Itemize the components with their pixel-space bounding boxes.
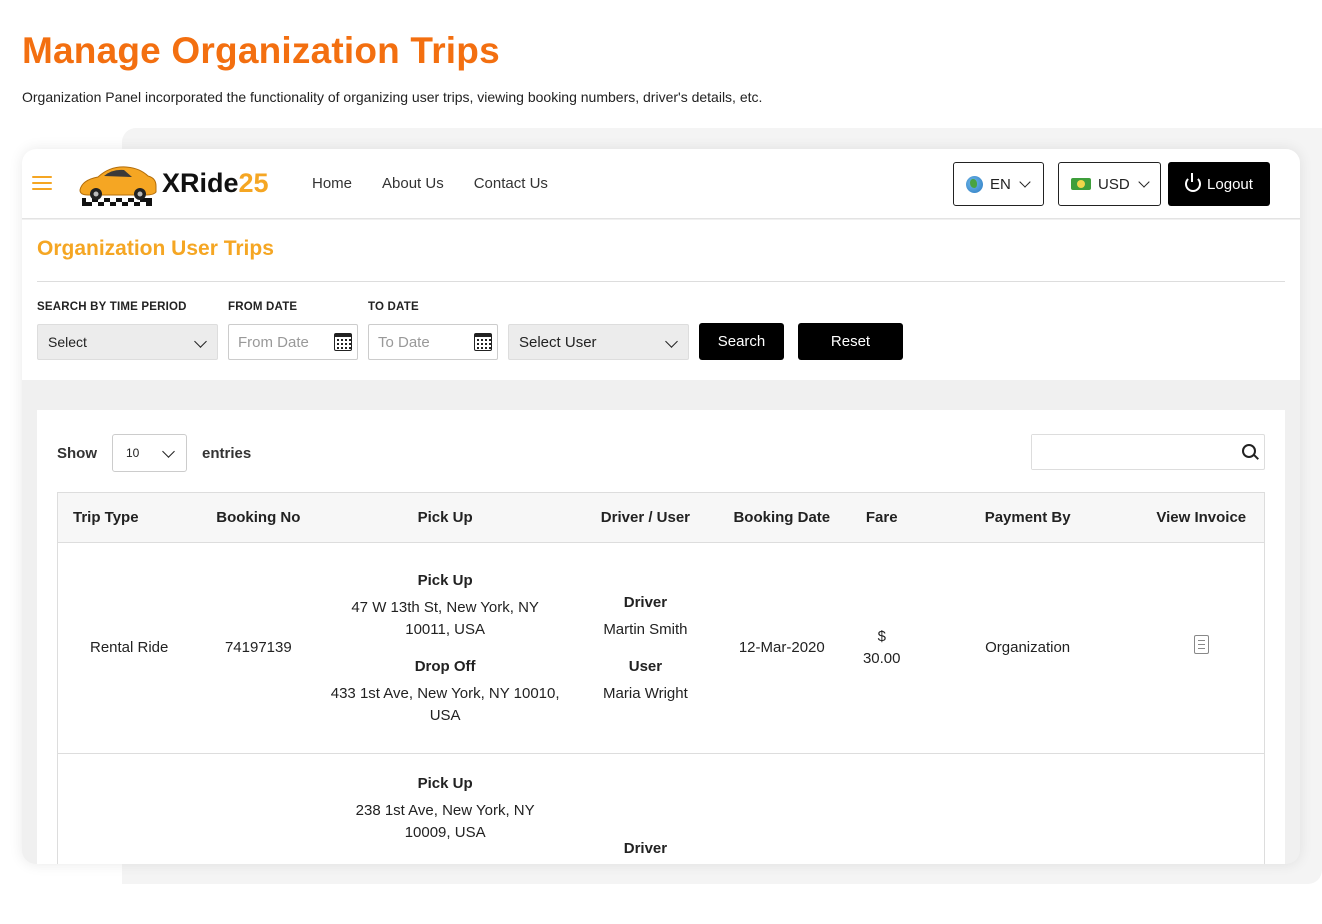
user-label: User (628, 657, 663, 675)
calendar-icon[interactable] (334, 333, 352, 351)
calendar-icon[interactable] (474, 333, 492, 351)
nav-link-home[interactable]: Home (312, 175, 352, 192)
logout-label: Logout (1207, 175, 1253, 193)
driver-label: Driver (623, 593, 668, 611)
table-header-row: Trip Type Booking No Pick Up Driver / Us… (57, 492, 1265, 543)
select-user-value: Select User (519, 333, 597, 351)
globe-icon (966, 175, 983, 193)
chevron-down-icon (1019, 176, 1031, 188)
table-row: Rental Ride 74197139 Pick Up 47 W 13th S… (57, 542, 1265, 754)
table-row: Pick Up 238 1st Ave, New York, NY 10009,… (57, 753, 1265, 864)
entries-value: 10 (126, 446, 140, 460)
trip-type-cell (57, 753, 201, 864)
brand-logo-text[interactable]: XRide25 (162, 168, 269, 199)
view-invoice-cell (1138, 753, 1265, 864)
nav-link-about-us[interactable]: About Us (382, 175, 444, 192)
entries-select[interactable]: 10 (112, 434, 187, 472)
pickup-address-line: 10011, USA (405, 620, 486, 638)
chevron-down-icon (194, 335, 207, 348)
pickup-cell: Pick Up 238 1st Ave, New York, NY 10009,… (316, 753, 574, 864)
car-logo-icon (79, 166, 157, 206)
trips-table-card: Show 10 entries Trip Type Booking No Pic… (37, 410, 1285, 864)
select-user-dropdown[interactable]: Select User (508, 324, 689, 360)
pickup-address-line: 47 W 13th St, New York, NY (351, 598, 539, 616)
section-title: Organization User Trips (37, 237, 274, 260)
column-header[interactable]: Trip Type (57, 492, 201, 543)
booking-date-cell: 12-Mar-2020 (716, 542, 847, 754)
divider (37, 281, 1285, 282)
logout-button[interactable]: Logout (1168, 162, 1270, 206)
driver-user-cell: Driver (573, 753, 717, 864)
from-date-input[interactable] (238, 333, 326, 351)
to-date-input[interactable] (378, 333, 466, 351)
driver-user-cell: Driver Martin Smith User Maria Wright (573, 542, 717, 754)
pickup-address-line: 10009, USA (404, 824, 486, 841)
entries-control: Show 10 entries (57, 434, 251, 472)
column-header[interactable]: Payment By (916, 492, 1139, 543)
invoice-icon[interactable] (1193, 635, 1209, 654)
hamburger-icon[interactable] (32, 175, 52, 191)
column-header[interactable]: Driver / User (573, 492, 717, 543)
time-period-select[interactable]: Select (37, 324, 218, 360)
fare-cell (846, 753, 917, 864)
from-date-label: FROM DATE (228, 301, 298, 313)
driver-name: Martin Smith (603, 620, 688, 638)
dropoff-label: Drop Off (414, 657, 476, 675)
table-search-input[interactable] (1032, 435, 1232, 469)
time-period-label: SEARCH BY TIME PERIOD (37, 301, 187, 313)
column-header[interactable]: View Invoice (1138, 492, 1265, 543)
dropoff-address-line: USA (429, 706, 461, 724)
column-header[interactable]: Fare (846, 492, 917, 543)
column-header[interactable]: Booking No (200, 492, 317, 543)
filter-panel: Organization User Trips SEARCH BY TIME P… (22, 220, 1300, 380)
view-invoice-cell (1138, 542, 1265, 754)
currency-value: USD (1098, 175, 1130, 193)
to-date-field[interactable] (368, 324, 498, 360)
column-header[interactable]: Pick Up (316, 492, 574, 543)
power-icon (1185, 173, 1202, 192)
fare-currency: $ (877, 628, 886, 645)
trips-table: Trip Type Booking No Pick Up Driver / Us… (57, 492, 1265, 864)
search-icon[interactable] (1242, 444, 1256, 458)
fare-amount: 30.00 (862, 650, 901, 667)
money-icon (1071, 178, 1091, 190)
payment-by-cell (916, 753, 1139, 864)
entries-label: entries (202, 444, 252, 462)
to-date-label: TO DATE (368, 301, 419, 313)
reset-button[interactable]: Reset (798, 323, 903, 360)
chevron-down-icon (665, 335, 678, 348)
nav-link-contact-us[interactable]: Contact Us (474, 175, 548, 192)
pickup-label: Pick Up (417, 775, 473, 792)
user-name: Maria Wright (603, 684, 688, 702)
currency-dropdown[interactable]: USD (1058, 162, 1161, 206)
time-period-value: Select (48, 334, 87, 350)
language-dropdown[interactable]: EN (953, 162, 1044, 206)
language-value: EN (990, 175, 1011, 193)
brand-main: XRide (162, 168, 239, 198)
pickup-address-line: 238 1st Ave, New York, NY (355, 802, 535, 819)
pickup-label: Pick Up (417, 571, 473, 589)
driver-label: Driver (623, 840, 668, 857)
booking-no-cell: 74197139 (200, 542, 317, 754)
page-subtitle: Organization Panel incorporated the func… (22, 89, 763, 105)
fare-cell: $ 30.00 (846, 542, 917, 754)
page-title: Manage Organization Trips (22, 30, 500, 71)
search-button[interactable]: Search (699, 323, 784, 360)
from-date-field[interactable] (228, 324, 358, 360)
booking-date-cell (716, 753, 847, 864)
dropoff-address-line: 433 1st Ave, New York, NY 10010, (330, 684, 560, 702)
app-window: XRide25 Home About Us Contact Us EN USD … (22, 149, 1300, 864)
show-label: Show (57, 444, 97, 462)
booking-no-cell (200, 753, 317, 864)
pickup-cell: Pick Up 47 W 13th St, New York, NY 10011… (316, 542, 574, 754)
top-navbar: XRide25 Home About Us Contact Us EN USD … (22, 149, 1300, 219)
trip-type-cell: Rental Ride (57, 542, 201, 754)
chevron-down-icon (162, 445, 175, 458)
nav-links: Home About Us Contact Us (312, 175, 548, 192)
chevron-down-icon (1138, 176, 1150, 188)
table-search-box[interactable] (1031, 434, 1265, 470)
payment-by-cell: Organization (916, 542, 1139, 754)
brand-accent: 25 (238, 168, 269, 198)
column-header[interactable]: Booking Date (716, 492, 847, 543)
